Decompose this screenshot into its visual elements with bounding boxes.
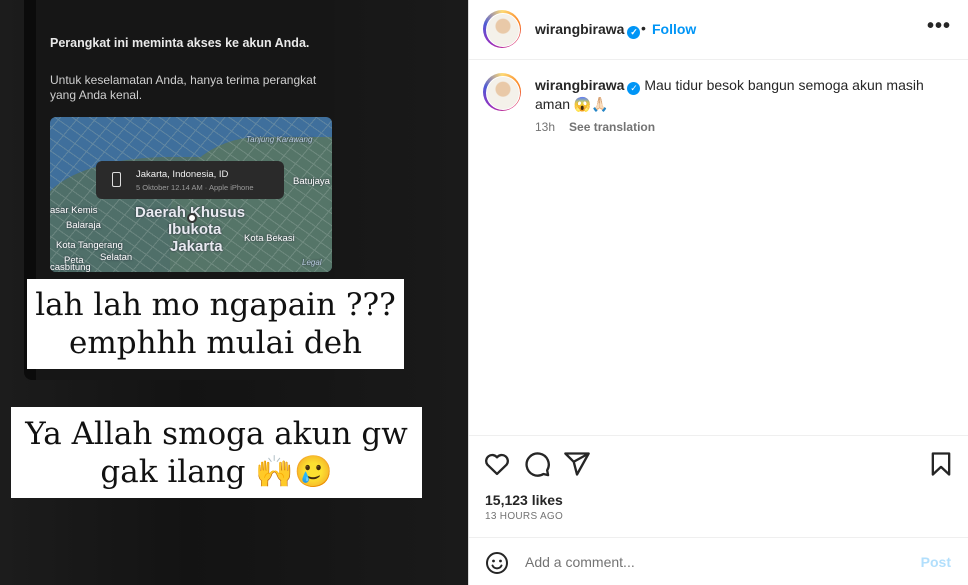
likes-count[interactable]: 15,123 likes: [485, 492, 563, 508]
map-label-kota-tangerang: Kota Tangerang: [56, 240, 123, 251]
add-comment-bar: Post: [469, 537, 968, 585]
save-bookmark-icon[interactable]: [927, 450, 955, 478]
post-image[interactable]: Perangkat ini meminta akses ke akun Anda…: [0, 0, 468, 585]
map-legal-label: Legal: [302, 258, 322, 267]
caption-meta: 13h See translation: [535, 120, 655, 134]
comment-input[interactable]: [525, 552, 905, 572]
location-callout: Jakarta, Indonesia, ID 5 Oktober 12.14 A…: [96, 161, 284, 199]
header-username[interactable]: wirangbirawa ✓: [535, 21, 641, 39]
location-map: Tanjung Karawang Batujaya asar Kemis Bal…: [50, 117, 332, 272]
instagram-post-view: Perangkat ini meminta akses ke akun Anda…: [0, 0, 968, 585]
follow-button[interactable]: Follow: [652, 21, 696, 37]
map-label-balaraja: Balaraja: [66, 220, 101, 231]
more-options-icon[interactable]: •••: [927, 15, 951, 38]
caption-username[interactable]: wirangbirawa: [535, 77, 624, 93]
map-label-pasar-kemis: asar Kemis: [50, 205, 98, 216]
avatar[interactable]: [483, 73, 521, 111]
map-label-tanjung-karawang: Tanjung Karawang: [246, 135, 313, 144]
overlay-caption-1: lah lah mo ngapain ??? emphhh mulai deh: [27, 279, 404, 369]
map-label-dki: Jakarta: [170, 238, 223, 255]
caption-age[interactable]: 13h: [535, 120, 555, 134]
post-timestamp[interactable]: 13 HOURS AGO: [485, 511, 563, 522]
verified-badge-icon: ✓: [627, 82, 641, 95]
username-text[interactable]: wirangbirawa: [535, 21, 624, 37]
overlay-caption-line: Ya Allah smoga akun gw: [25, 416, 408, 452]
post-caption: wirangbirawa ✓ Mau tidur besok bangun sem…: [535, 76, 945, 114]
map-label-casbitung: casbitung: [50, 262, 91, 272]
verified-badge-icon: ✓: [627, 26, 641, 39]
callout-location: Jakarta, Indonesia, ID: [136, 169, 229, 180]
post-header: wirangbirawa ✓ • Follow •••: [469, 0, 968, 60]
avatar[interactable]: [483, 10, 521, 48]
like-heart-icon[interactable]: [483, 450, 511, 478]
emoji-picker-icon[interactable]: [485, 551, 509, 575]
see-translation-link[interactable]: See translation: [569, 120, 655, 134]
location-pin-icon: [187, 213, 197, 223]
overlay-caption-line: emphhh mulai deh: [68, 325, 363, 361]
comment-bubble-icon[interactable]: [523, 450, 551, 478]
header-separator: •: [641, 20, 646, 36]
map-label-kota-bekasi: Kota Bekasi: [244, 233, 295, 244]
map-label-dki: Ibukota: [168, 221, 222, 238]
phone-icon: [112, 172, 121, 187]
map-label-selatan: Selatan: [100, 252, 133, 263]
map-label-batujaya: Batujaya: [293, 176, 330, 187]
post-sidebar: wirangbirawa ✓ • Follow ••• wirangbirawa ✓…: [468, 0, 968, 585]
overlay-caption-2: Ya Allah smoga akun gw gak ilang 🙌🥲: [11, 407, 422, 498]
alert-body: Untuk keselamatan Anda, hanya terima per…: [50, 73, 317, 102]
callout-detail: 5 Oktober 12.14 AM · Apple iPhone: [136, 183, 254, 192]
post-comment-button[interactable]: Post: [921, 554, 951, 570]
overlay-caption-line: lah lah mo ngapain ???: [35, 287, 396, 323]
overlay-caption-line: gak ilang 🙌🥲: [100, 454, 333, 490]
share-paper-plane-icon[interactable]: [563, 450, 591, 478]
alert-title: Perangkat ini meminta akses ke akun Anda…: [50, 36, 310, 50]
action-bar: [469, 435, 968, 495]
